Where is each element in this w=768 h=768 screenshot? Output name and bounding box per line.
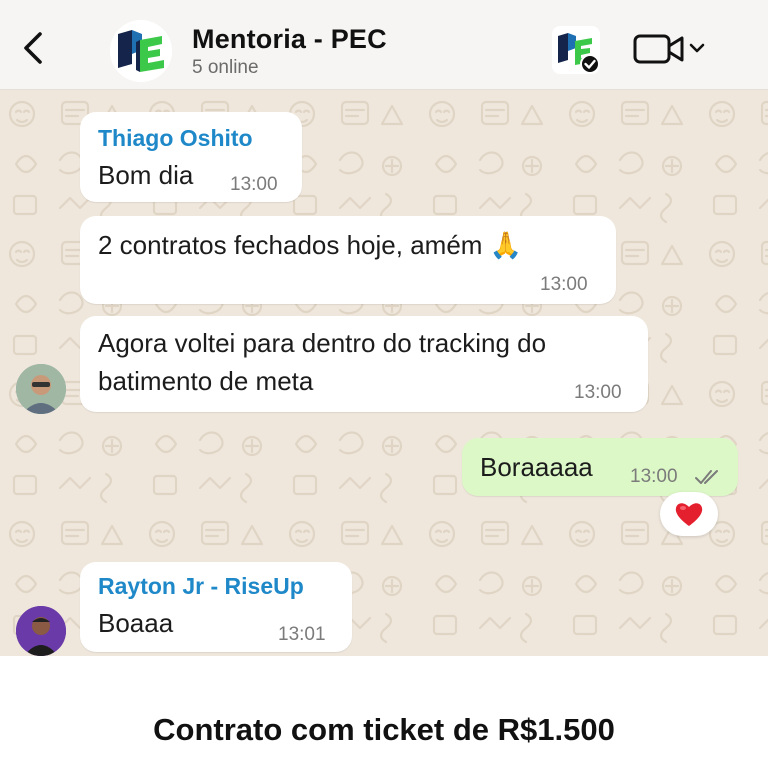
- caption-text: Contrato com ticket de R$1.500: [153, 712, 615, 747]
- sender-name[interactable]: Rayton Jr - RiseUp: [98, 573, 304, 600]
- read-receipt-icon: [695, 470, 718, 484]
- message-text: Agora voltei para dentro do tracking do: [98, 328, 547, 358]
- message-bubble[interactable]: Rayton Jr - RiseUp Boaaa 13:01: [80, 562, 352, 652]
- message-bubble[interactable]: 2 contratos fechados hoje, amém 🙏 13:00: [80, 216, 616, 304]
- heart-icon: [675, 503, 703, 526]
- message-text: 2 contratos fechados hoje, amém 🙏: [98, 230, 523, 260]
- message-text: Bom dia: [98, 160, 194, 190]
- back-button[interactable]: [18, 30, 50, 66]
- chat-header: Mentoria - PEC 5 online: [0, 0, 768, 90]
- message-bubble-outgoing[interactable]: Boraaaaa 13:00: [462, 438, 738, 496]
- message-time: 13:00: [540, 274, 588, 295]
- chevron-left-icon: [24, 32, 42, 64]
- chevron-down-icon: [689, 43, 705, 53]
- message-text: Boraaaaa: [480, 452, 593, 482]
- message-bubble[interactable]: Thiago Oshito Bom dia 13:00: [80, 112, 302, 202]
- message-time: 13:00: [230, 174, 278, 195]
- reaction-badge[interactable]: [660, 492, 718, 536]
- avatar[interactable]: [16, 606, 66, 656]
- message-text: Boaaa: [98, 608, 174, 638]
- avatar[interactable]: [16, 364, 66, 414]
- person-photo-icon: [16, 606, 66, 656]
- message-text: batimento de meta: [98, 366, 314, 396]
- group-avatar[interactable]: [110, 20, 172, 82]
- group-title[interactable]: Mentoria - PEC: [192, 24, 387, 55]
- message-time: 13:00: [574, 382, 622, 403]
- sender-name[interactable]: Thiago Oshito: [98, 125, 253, 152]
- message-time: 13:00: [630, 466, 678, 487]
- community-badge[interactable]: [552, 26, 600, 74]
- chat-area[interactable]: Thiago Oshito Bom dia 13:00 2 contratos …: [0, 90, 768, 656]
- video-camera-icon: [633, 34, 705, 64]
- video-call-button[interactable]: [632, 30, 712, 70]
- person-photo-icon: [16, 364, 66, 414]
- pec-logo-icon: [558, 33, 600, 74]
- pec-logo-icon: [110, 20, 172, 82]
- message-time: 13:01: [278, 624, 326, 645]
- message-bubble[interactable]: Agora voltei para dentro do tracking do …: [80, 316, 648, 412]
- online-status: 5 online: [192, 57, 259, 78]
